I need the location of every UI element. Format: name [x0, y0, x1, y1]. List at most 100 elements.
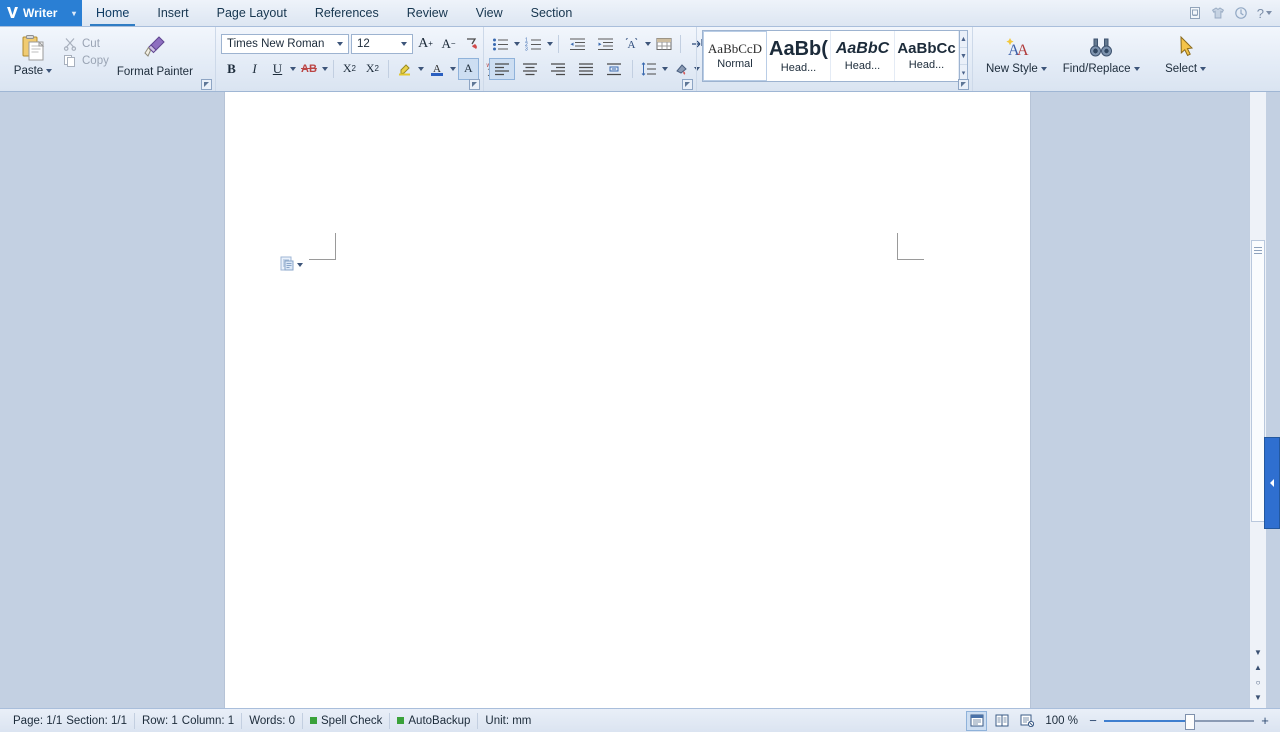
highlight-icon[interactable] — [394, 58, 416, 80]
decrease-indent-icon[interactable] — [564, 33, 590, 55]
bullets-icon[interactable] — [489, 33, 512, 55]
character-shading-button[interactable]: A — [457, 57, 479, 80]
strikethrough-caret-icon[interactable] — [321, 66, 328, 71]
status-spell-check[interactable]: Spell Check — [303, 712, 391, 729]
numbering-icon[interactable]: 123 — [522, 33, 545, 55]
tab-view[interactable]: View — [462, 0, 517, 26]
justify-icon[interactable] — [573, 58, 599, 80]
status-autobackup[interactable]: AutoBackup — [390, 712, 479, 729]
status-word-count[interactable]: Words: 0 — [242, 712, 303, 729]
scrollbar-thumb[interactable] — [1251, 240, 1265, 522]
tab-home[interactable]: Home — [82, 0, 143, 26]
document-page[interactable] — [225, 92, 1030, 708]
style-item-heading-2[interactable]: AaBbC Head... — [831, 31, 895, 81]
align-center-icon[interactable] — [517, 58, 543, 80]
asian-layout-caret-icon[interactable] — [645, 41, 651, 46]
zoom-in-button[interactable]: + — [1258, 713, 1272, 728]
line-spacing-icon[interactable] — [638, 58, 660, 80]
tshirt-skin-icon[interactable] — [1211, 6, 1225, 20]
style-item-heading-1[interactable]: AaBb( Head... — [767, 31, 831, 81]
font-row-bottom: B I U AB X2 X2 A A — [221, 56, 511, 81]
title-bar-actions: ? — [1180, 0, 1280, 26]
tab-section[interactable]: Section — [517, 0, 587, 26]
cut-button[interactable]: Cut — [63, 37, 109, 51]
clipboard-dialog-launcher[interactable] — [201, 79, 212, 90]
status-unit[interactable]: Unit: mm — [478, 713, 538, 729]
paste-caret-icon[interactable] — [46, 69, 53, 73]
shrink-font-button[interactable]: A − — [438, 33, 459, 55]
format-painter-button[interactable]: Format Painter — [111, 31, 197, 78]
browse-up-button[interactable]: ▲ — [1254, 664, 1262, 672]
full-screen-reading-view-button[interactable] — [991, 711, 1012, 731]
select-browse-object-button[interactable]: ○ — [1256, 679, 1261, 687]
print-layout-view-button[interactable] — [966, 710, 988, 731]
subscript-button[interactable]: X2 — [362, 58, 383, 80]
paste-options-button[interactable] — [280, 256, 303, 274]
vertical-scrollbar[interactable]: ▼ ▲ ○ ▼ — [1249, 92, 1266, 708]
bold-button[interactable]: B — [221, 58, 242, 80]
new-style-button[interactable]: A A New Style — [978, 29, 1055, 75]
app-logo-button[interactable]: Writer ▾ — [0, 0, 82, 26]
cut-label: Cut — [82, 38, 100, 50]
styles-dialog-launcher[interactable] — [958, 79, 969, 90]
tab-insert[interactable]: Insert — [143, 0, 202, 26]
ribbon-group-styles: AaBbCcD Normal AaBb( Head... AaBbC Head.… — [696, 27, 972, 91]
strikethrough-button[interactable]: AB — [298, 58, 320, 80]
numbering-caret-icon[interactable] — [547, 41, 553, 46]
font-color-button[interactable]: A — [426, 58, 448, 80]
status-position[interactable]: Row: 1 Column: 1 — [135, 712, 243, 729]
clear-formatting-icon[interactable] — [461, 33, 483, 55]
zoom-slider-thumb[interactable] — [1185, 713, 1195, 730]
style-item-heading-3[interactable]: AaBbCc Head... — [895, 31, 959, 81]
undo-history-icon[interactable] — [1234, 6, 1248, 20]
font-dialog-launcher[interactable] — [469, 79, 480, 90]
styles-scroll-up-button[interactable]: ▲ — [960, 31, 967, 48]
bullets-caret-icon[interactable] — [514, 41, 520, 46]
shading-icon[interactable] — [670, 58, 692, 80]
distributed-icon[interactable] — [601, 58, 627, 80]
styles-scroll-down-button[interactable]: ▼ — [960, 48, 967, 65]
underline-button[interactable]: U — [267, 58, 288, 80]
next-page-button[interactable]: ▼ — [1254, 694, 1262, 702]
help-icon[interactable]: ? — [1257, 6, 1272, 21]
line-spacing-caret-icon[interactable] — [662, 66, 668, 71]
paragraph-dialog-launcher[interactable] — [682, 79, 693, 90]
copy-button[interactable]: Copy — [63, 54, 109, 68]
font-name-caret-icon[interactable] — [337, 41, 343, 46]
grow-font-button[interactable]: A + — [415, 33, 436, 55]
zoom-slider-track[interactable] — [1104, 713, 1254, 730]
font-size-combo[interactable]: 12 — [351, 33, 413, 54]
find-replace-caret-icon[interactable] — [1133, 67, 1140, 71]
font-color-caret-icon[interactable] — [449, 66, 456, 71]
font-size-caret-icon[interactable] — [401, 41, 407, 46]
table-grid-icon[interactable] — [653, 33, 675, 55]
select-button[interactable]: Select — [1148, 29, 1224, 75]
new-style-caret-icon[interactable] — [1040, 67, 1047, 71]
previous-page-button[interactable]: ▼ — [1254, 649, 1262, 657]
web-layout-view-button[interactable] — [1016, 711, 1037, 731]
status-page[interactable]: Page: 1/1 Section: 1/1 — [6, 712, 135, 729]
underline-caret-icon[interactable] — [290, 66, 296, 71]
tab-references[interactable]: References — [301, 0, 393, 26]
side-panel-toggle[interactable] — [1264, 437, 1280, 529]
zoom-out-button[interactable]: − — [1086, 713, 1100, 728]
paste-button[interactable]: Paste — [5, 31, 61, 77]
zoom-slider[interactable] — [1104, 713, 1254, 730]
asian-layout-icon[interactable]: A — [620, 33, 643, 55]
style-item-normal[interactable]: AaBbCcD Normal — [703, 31, 767, 81]
app-menu-caret-icon[interactable]: ▾ — [72, 9, 76, 18]
superscript-button[interactable]: X2 — [339, 58, 360, 80]
highlight-caret-icon[interactable] — [417, 66, 424, 71]
italic-button[interactable]: I — [244, 58, 265, 80]
help-caret-icon[interactable] — [1266, 11, 1272, 15]
increase-indent-icon[interactable] — [592, 33, 618, 55]
select-caret-icon[interactable] — [1200, 67, 1207, 71]
find-replace-button[interactable]: Find/Replace — [1055, 29, 1148, 75]
font-name-combo[interactable]: Times New Roman — [221, 33, 349, 54]
align-right-icon[interactable] — [545, 58, 571, 80]
paste-options-caret-icon[interactable] — [297, 263, 303, 267]
tab-page-layout[interactable]: Page Layout — [203, 0, 301, 26]
tab-review[interactable]: Review — [393, 0, 462, 26]
document-badge-icon[interactable] — [1188, 6, 1202, 20]
align-left-icon[interactable] — [489, 57, 515, 80]
